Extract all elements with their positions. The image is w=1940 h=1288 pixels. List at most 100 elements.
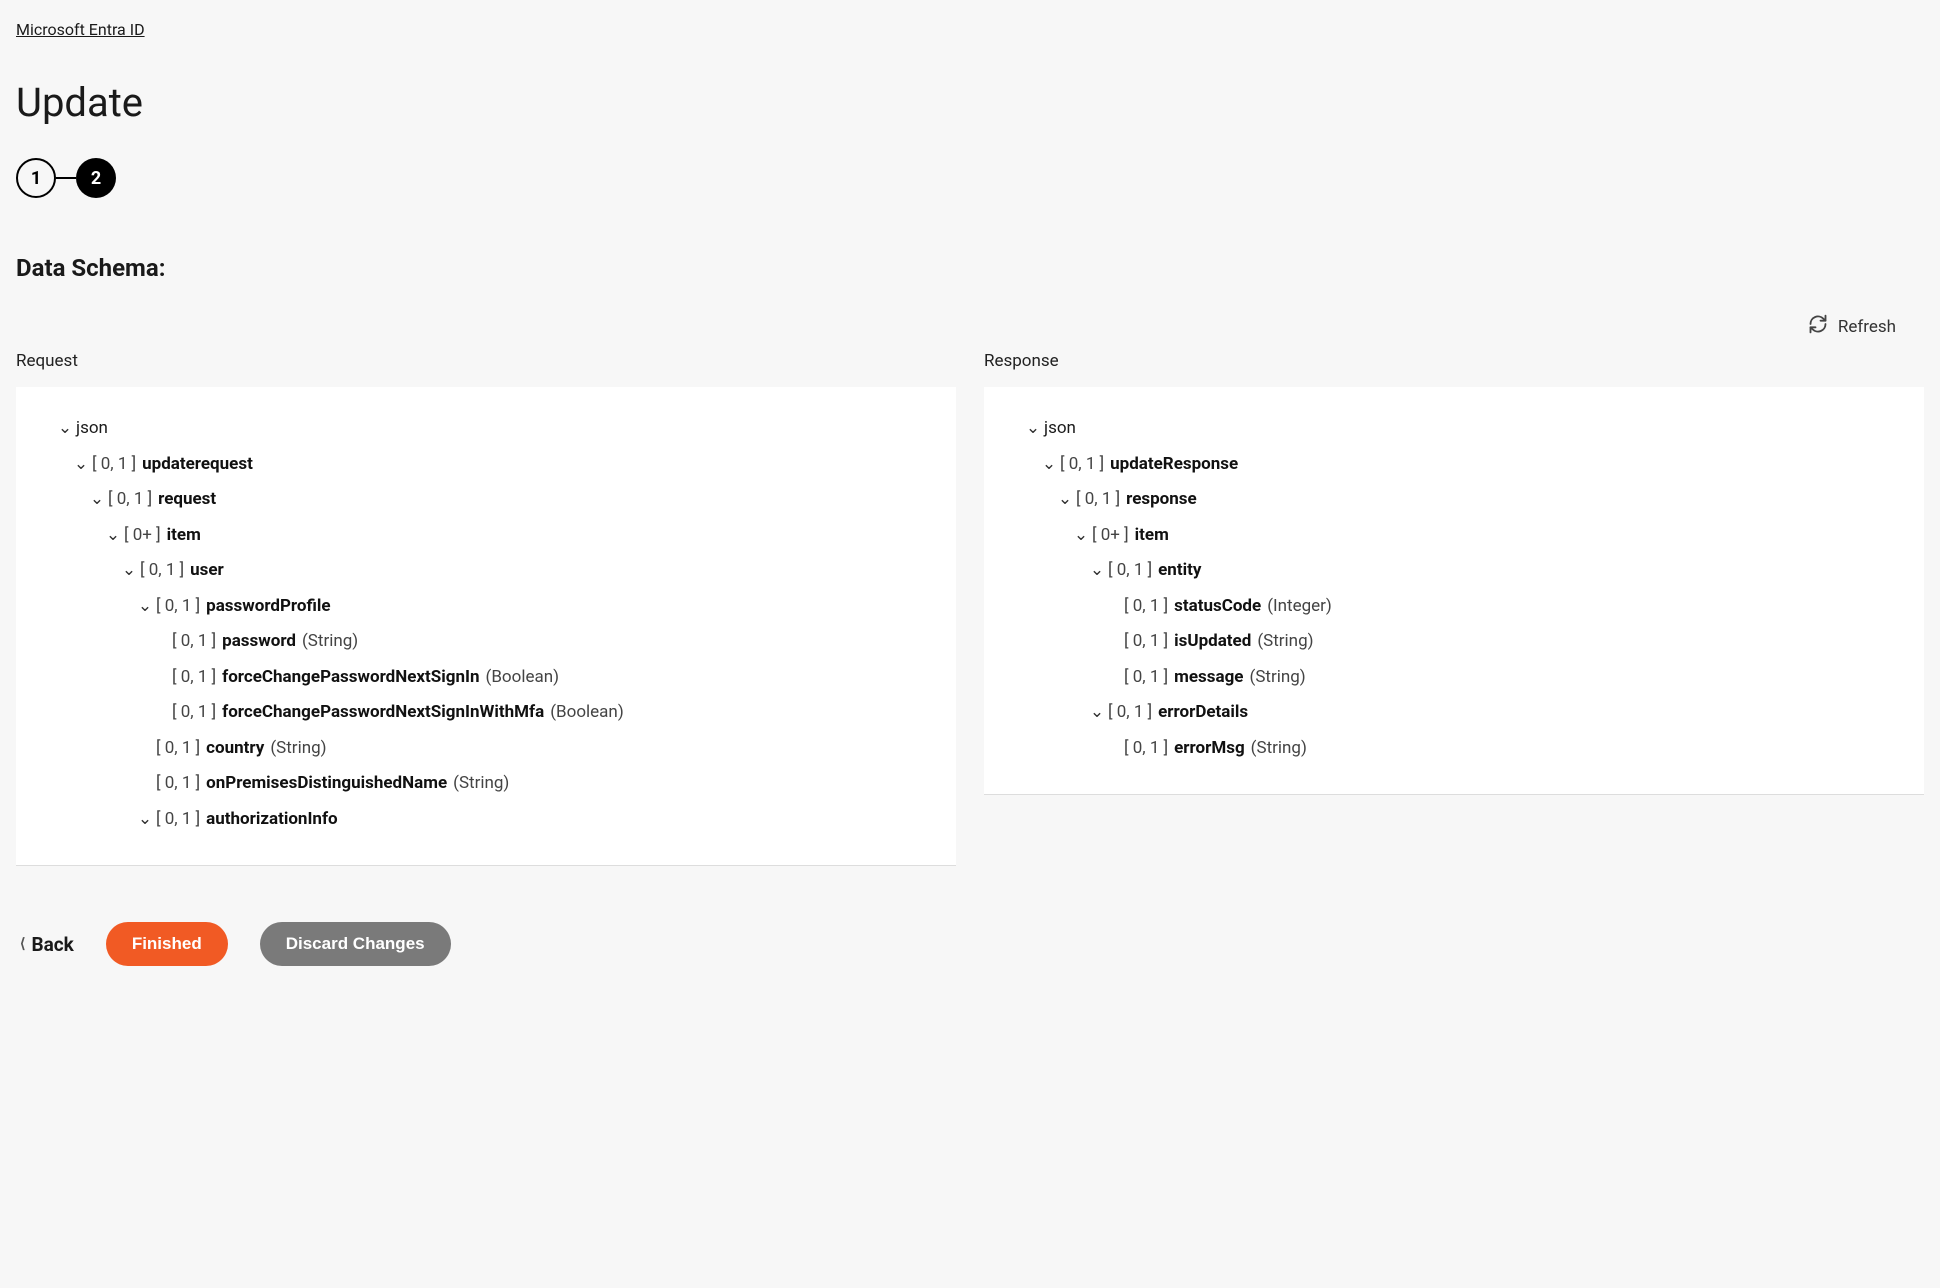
chevron-down-icon[interactable]: ⌄ bbox=[1056, 487, 1074, 513]
node-type: (String) bbox=[1250, 665, 1306, 691]
finished-button[interactable]: Finished bbox=[106, 922, 228, 966]
request-tree: ⌄ json ⌄ [ 0, 1 ] updaterequest ⌄ [ 0, 1… bbox=[36, 411, 936, 837]
node-name: forceChangePasswordNextSignIn bbox=[222, 665, 479, 691]
tree-node[interactable]: ⌄ [ 0, 1 ] passwordProfile bbox=[36, 589, 936, 625]
node-cardinality: [ 0+ ] bbox=[124, 523, 161, 549]
node-cardinality: [ 0, 1 ] bbox=[172, 665, 216, 691]
tree-node[interactable]: [ 0, 1 ] onPremisesDistinguishedName (St… bbox=[36, 766, 936, 802]
tree-node[interactable]: [ 0, 1 ] password (String) bbox=[36, 624, 936, 660]
footer: ⟨ Back Finished Discard Changes bbox=[16, 922, 1924, 966]
back-label: Back bbox=[31, 933, 73, 956]
node-cardinality: [ 0, 1 ] bbox=[1124, 629, 1168, 655]
node-name: statusCode bbox=[1174, 594, 1261, 620]
chevron-down-icon[interactable]: ⌄ bbox=[136, 807, 154, 833]
response-tree: ⌄ json ⌄ [ 0, 1 ] updateResponse ⌄ [ 0, … bbox=[1004, 411, 1904, 766]
refresh-label: Refresh bbox=[1838, 317, 1896, 337]
chevron-down-icon[interactable]: ⌄ bbox=[1072, 523, 1090, 549]
chevron-down-icon[interactable]: ⌄ bbox=[1088, 558, 1106, 584]
tree-node[interactable]: ⌄ [ 0, 1 ] response bbox=[1004, 482, 1904, 518]
node-cardinality: [ 0, 1 ] bbox=[156, 807, 200, 833]
node-name: authorizationInfo bbox=[206, 807, 338, 833]
node-type: (Integer) bbox=[1267, 594, 1332, 620]
node-cardinality: [ 0, 1 ] bbox=[172, 700, 216, 726]
chevron-down-icon[interactable]: ⌄ bbox=[104, 523, 122, 549]
tree-node[interactable]: [ 0, 1 ] forceChangePasswordNextSignIn (… bbox=[36, 660, 936, 696]
step-2[interactable]: 2 bbox=[76, 158, 116, 198]
refresh-icon bbox=[1808, 314, 1828, 339]
tree-node[interactable]: ⌄ [ 0, 1 ] user bbox=[36, 553, 936, 589]
node-cardinality: [ 0, 1 ] bbox=[1124, 594, 1168, 620]
tree-node[interactable]: [ 0, 1 ] errorMsg (String) bbox=[1004, 731, 1904, 767]
node-name: updaterequest bbox=[142, 452, 253, 478]
step-1[interactable]: 1 bbox=[16, 158, 56, 198]
response-panel-label: Response bbox=[984, 351, 1924, 371]
tree-node[interactable]: ⌄ [ 0, 1 ] errorDetails bbox=[1004, 695, 1904, 731]
node-type: (String) bbox=[453, 771, 509, 797]
tree-node[interactable]: ⌄ [ 0, 1 ] authorizationInfo bbox=[36, 802, 936, 838]
node-cardinality: [ 0, 1 ] bbox=[1124, 665, 1168, 691]
refresh-button[interactable]: Refresh bbox=[1808, 314, 1896, 339]
node-name: user bbox=[190, 558, 224, 584]
tree-node[interactable]: [ 0, 1 ] forceChangePasswordNextSignInWi… bbox=[36, 695, 936, 731]
tree-node[interactable]: [ 0, 1 ] statusCode (Integer) bbox=[1004, 589, 1904, 625]
response-panel: ⌄ json ⌄ [ 0, 1 ] updateResponse ⌄ [ 0, … bbox=[984, 387, 1924, 795]
tree-node[interactable]: [ 0, 1 ] message (String) bbox=[1004, 660, 1904, 696]
tree-node[interactable]: ⌄ [ 0, 1 ] updateResponse bbox=[1004, 447, 1904, 483]
node-name: onPremisesDistinguishedName bbox=[206, 771, 447, 797]
request-panel: ⌄ json ⌄ [ 0, 1 ] updaterequest ⌄ [ 0, 1… bbox=[16, 387, 956, 866]
tree-node[interactable]: ⌄ [ 0+ ] item bbox=[36, 518, 936, 554]
tree-node[interactable]: ⌄ [ 0, 1 ] entity bbox=[1004, 553, 1904, 589]
node-name: entity bbox=[1158, 558, 1201, 584]
node-name: country bbox=[206, 736, 264, 762]
node-cardinality: [ 0, 1 ] bbox=[92, 452, 136, 478]
section-title: Data Schema: bbox=[16, 254, 1924, 282]
node-cardinality: [ 0, 1 ] bbox=[140, 558, 184, 584]
chevron-left-icon: ⟨ bbox=[20, 936, 25, 952]
node-name: request bbox=[158, 487, 216, 513]
tree-node[interactable]: ⌄ [ 0, 1 ] updaterequest bbox=[36, 447, 936, 483]
node-cardinality: [ 0, 1 ] bbox=[1076, 487, 1120, 513]
node-cardinality: [ 0, 1 ] bbox=[1108, 700, 1152, 726]
tree-node[interactable]: ⌄ json bbox=[1004, 411, 1904, 447]
node-name: forceChangePasswordNextSignInWithMfa bbox=[222, 700, 544, 726]
tree-node[interactable]: [ 0, 1 ] isUpdated (String) bbox=[1004, 624, 1904, 660]
back-button[interactable]: ⟨ Back bbox=[20, 933, 74, 956]
tree-node[interactable]: ⌄ [ 0+ ] item bbox=[1004, 518, 1904, 554]
node-cardinality: [ 0, 1 ] bbox=[156, 594, 200, 620]
node-cardinality: [ 0, 1 ] bbox=[1124, 736, 1168, 762]
stepper: 1 2 bbox=[16, 158, 1924, 198]
node-name: password bbox=[222, 629, 296, 655]
chevron-down-icon[interactable]: ⌄ bbox=[1088, 700, 1106, 726]
node-name: response bbox=[1126, 487, 1197, 513]
tree-node[interactable]: [ 0, 1 ] country (String) bbox=[36, 731, 936, 767]
chevron-down-icon[interactable]: ⌄ bbox=[120, 558, 138, 584]
node-type: (Boolean) bbox=[486, 665, 560, 691]
chevron-down-icon[interactable]: ⌄ bbox=[56, 416, 74, 442]
node-type: (Boolean) bbox=[550, 700, 624, 726]
discard-changes-button[interactable]: Discard Changes bbox=[260, 922, 451, 966]
page-title: Update bbox=[16, 79, 1924, 126]
node-cardinality: [ 0, 1 ] bbox=[1108, 558, 1152, 584]
node-root: json bbox=[1044, 416, 1076, 442]
node-name: message bbox=[1174, 665, 1243, 691]
tree-node[interactable]: ⌄ [ 0, 1 ] request bbox=[36, 482, 936, 518]
node-name: updateResponse bbox=[1110, 452, 1238, 478]
chevron-down-icon[interactable]: ⌄ bbox=[136, 594, 154, 620]
node-cardinality: [ 0, 1 ] bbox=[156, 771, 200, 797]
node-cardinality: [ 0, 1 ] bbox=[108, 487, 152, 513]
tree-node[interactable]: ⌄ json bbox=[36, 411, 936, 447]
chevron-down-icon[interactable]: ⌄ bbox=[1040, 452, 1058, 478]
node-name: errorMsg bbox=[1174, 736, 1245, 762]
node-root: json bbox=[76, 416, 108, 442]
node-cardinality: [ 0, 1 ] bbox=[156, 736, 200, 762]
node-type: (String) bbox=[302, 629, 358, 655]
chevron-down-icon[interactable]: ⌄ bbox=[88, 487, 106, 513]
chevron-down-icon[interactable]: ⌄ bbox=[72, 452, 90, 478]
breadcrumb-link[interactable]: Microsoft Entra ID bbox=[16, 20, 145, 39]
node-cardinality: [ 0, 1 ] bbox=[1060, 452, 1104, 478]
node-type: (String) bbox=[1251, 736, 1307, 762]
node-type: (String) bbox=[270, 736, 326, 762]
node-type: (String) bbox=[1257, 629, 1313, 655]
chevron-down-icon[interactable]: ⌄ bbox=[1024, 416, 1042, 442]
node-cardinality: [ 0+ ] bbox=[1092, 523, 1129, 549]
